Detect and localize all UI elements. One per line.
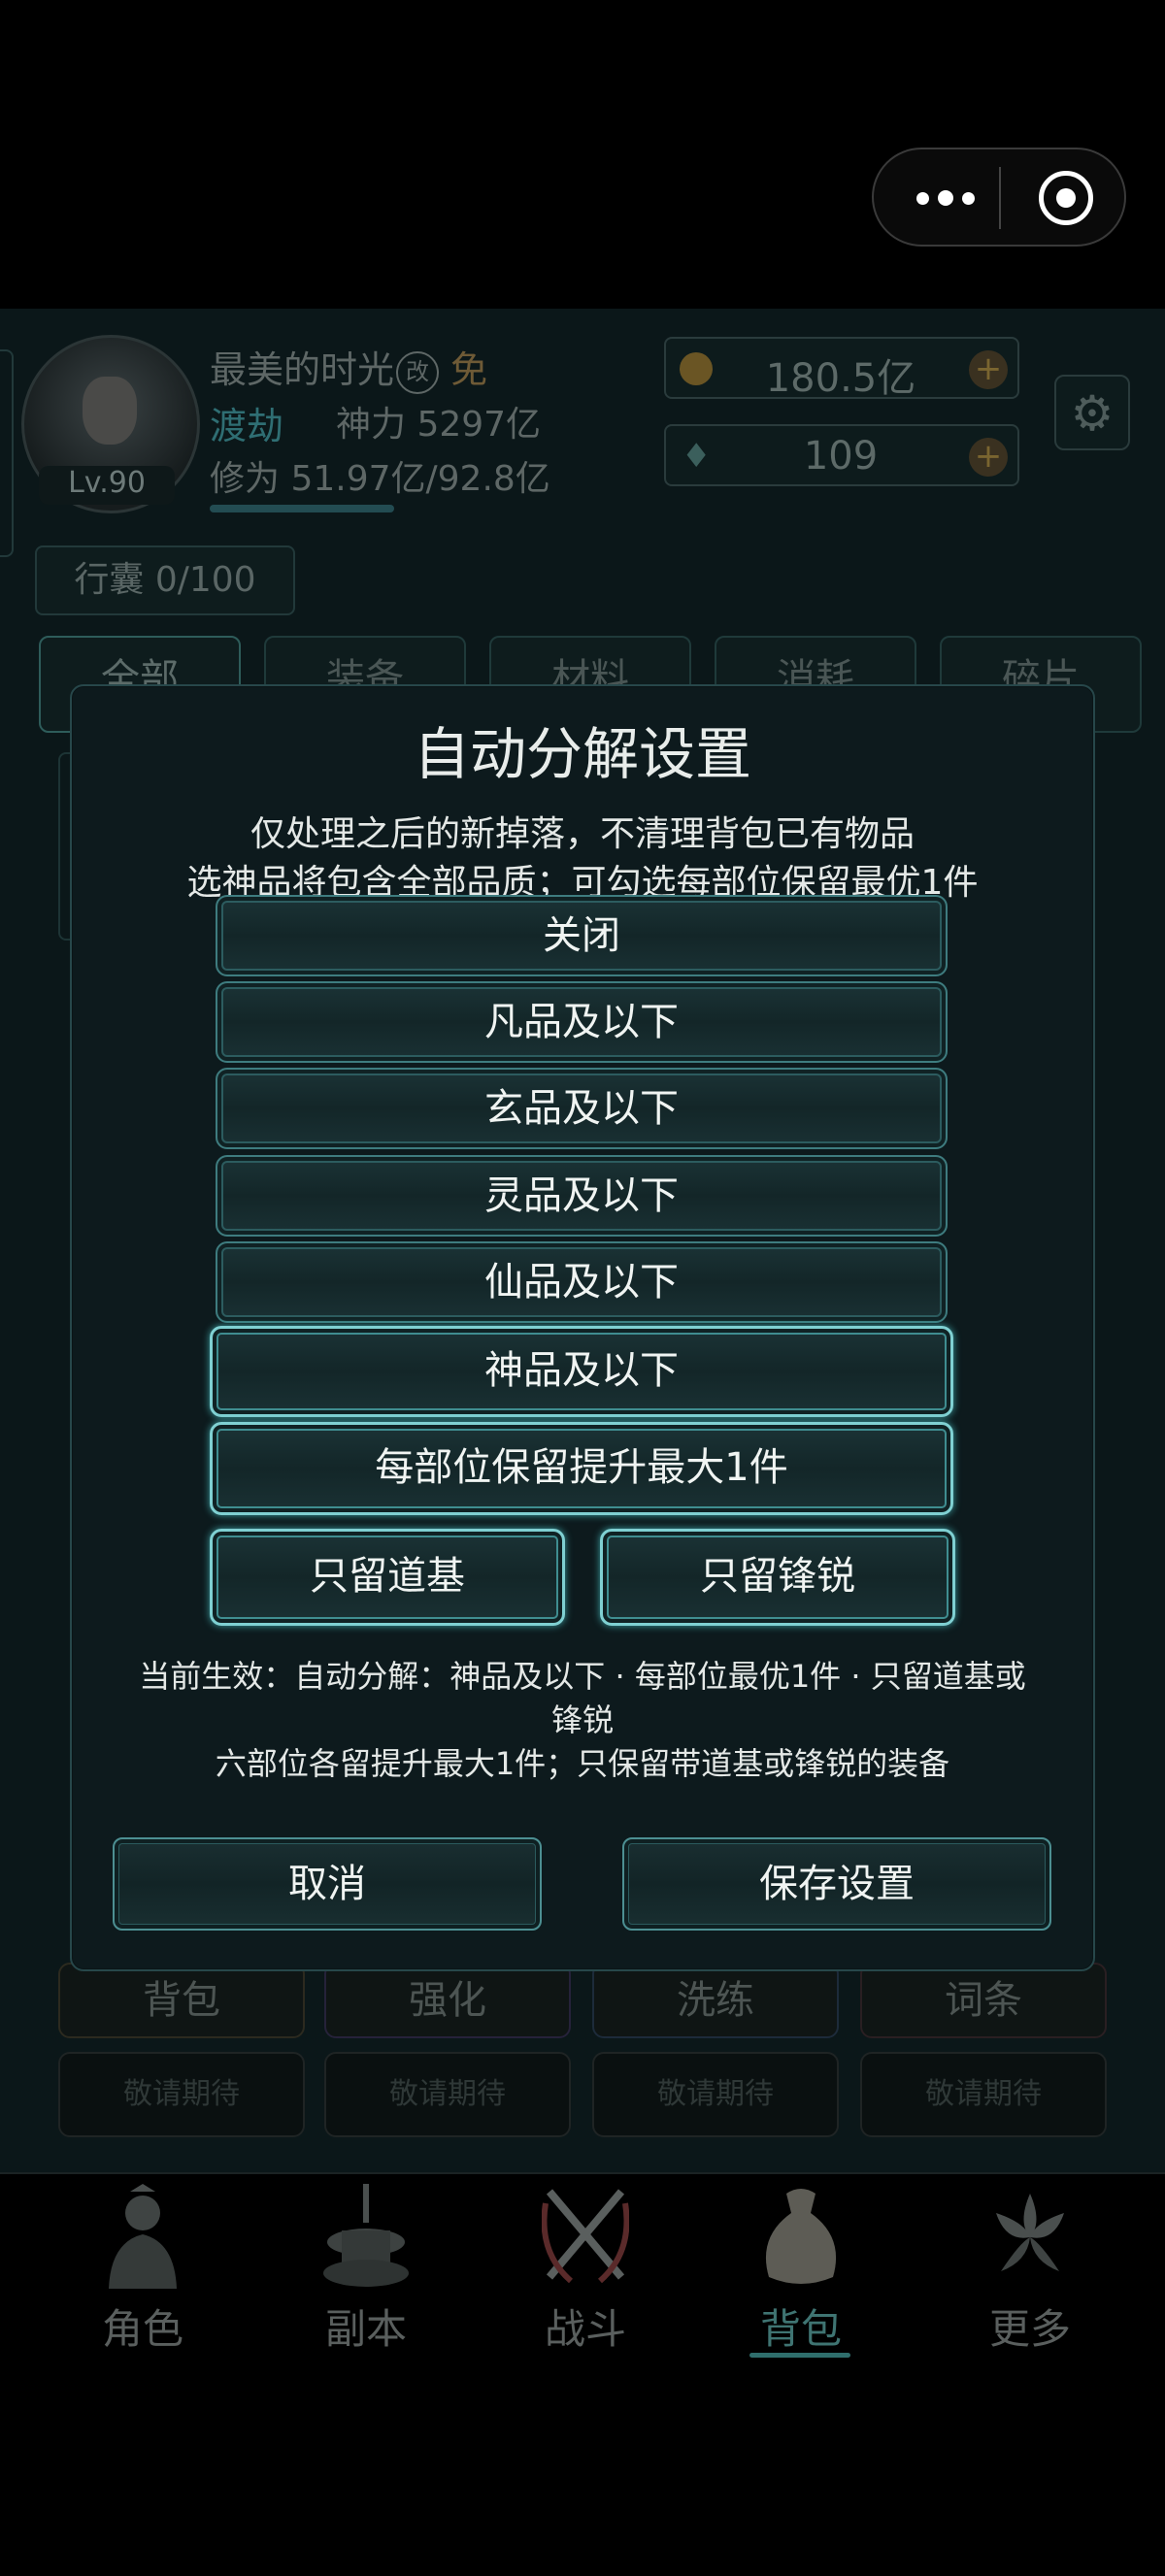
player-cultivation: 修为 51.97亿/92.8亿 [210, 459, 550, 499]
nav-label-dungeon: 副本 [324, 2305, 407, 2353]
player-name: 最美的时光 [210, 348, 395, 391]
avatar-portrait-icon [83, 377, 137, 445]
status-line-1: 当前生效：自动分解：神品及以下 · 每部位最优1件 · 只留道基或 [139, 1658, 1026, 1695]
current-effect-text: 当前生效：自动分解：神品及以下 · 每部位最优1件 · 只留道基或 锋锐 六部位… [97, 1655, 1068, 1786]
enhance-button[interactable]: 强化 [324, 1963, 571, 2038]
more-lotus-icon [996, 2194, 1064, 2271]
miniprogram-capsule [872, 148, 1126, 247]
nav-more[interactable]: 更多 [948, 2184, 1113, 2378]
jade-leaf-icon: ♦ [682, 437, 712, 476]
money-bag-icon [765, 2189, 837, 2284]
character-icon [109, 2184, 177, 2289]
coming-soon-3: 敬请期待 [592, 2052, 839, 2137]
nav-label-more: 更多 [988, 2305, 1071, 2353]
keep-daoji-toggle[interactable]: 只留道基 [210, 1529, 565, 1626]
nav-character[interactable]: 角色 [60, 2184, 225, 2378]
add-gold-icon[interactable]: + [969, 350, 1008, 389]
refine-button[interactable]: 洗练 [592, 1963, 839, 2038]
option-xuanpin[interactable]: 玄品及以下 [216, 1068, 948, 1149]
coming-soon-1: 敬请期待 [58, 2052, 305, 2137]
nav-bag[interactable]: 背包 [718, 2184, 883, 2378]
player-power: 神力 5297亿 [336, 405, 542, 445]
gold-resource: 180.5亿 + [664, 337, 1019, 401]
keep-best-toggle[interactable]: 每部位保留提升最大1件 [210, 1422, 953, 1515]
option-off[interactable]: 关闭 [216, 895, 948, 976]
more-menu-icon[interactable] [907, 177, 984, 219]
option-shenpin-selected[interactable]: 神品及以下 [210, 1326, 953, 1417]
dialog-title: 自动分解设置 [413, 721, 751, 787]
nav-dungeon[interactable]: 副本 [283, 2184, 449, 2378]
nav-label-character: 角色 [101, 2305, 183, 2353]
keep-fengrui-toggle[interactable]: 只留锋锐 [600, 1529, 955, 1626]
save-settings-button[interactable]: 保存设置 [622, 1837, 1051, 1931]
add-jade-icon[interactable]: + [969, 438, 1008, 477]
status-line-2: 锋锐 [550, 1701, 614, 1738]
option-xianpin[interactable]: 仙品及以下 [216, 1241, 948, 1323]
free-tag: 免 [450, 348, 488, 391]
jade-amount: 109 [803, 434, 879, 479]
player-name-row: 最美的时光改免 [210, 340, 487, 394]
jade-resource: ♦ 109 + [664, 424, 1019, 486]
option-lingpin[interactable]: 灵品及以下 [216, 1155, 948, 1237]
gold-coin-icon [680, 352, 713, 385]
capsule-divider [999, 167, 1001, 229]
bag-capacity: 行囊 0/100 [35, 545, 295, 615]
coming-soon-2: 敬请期待 [324, 2052, 571, 2137]
dungeon-icon [323, 2184, 409, 2287]
nav-active-indicator [749, 2353, 850, 2358]
affix-button[interactable]: 词条 [860, 1963, 1107, 2038]
settings-gear-icon[interactable]: ⚙ [1054, 375, 1130, 450]
status-line-3: 六部位各留提升最大1件；只保留带道基或锋锐的装备 [215, 1745, 950, 1782]
player-realm: 渡劫 [210, 405, 284, 447]
bag-button[interactable]: 背包 [58, 1963, 305, 2038]
cancel-button[interactable]: 取消 [113, 1837, 542, 1931]
option-fanpin[interactable]: 凡品及以下 [216, 981, 948, 1063]
cultivation-progress-bar [210, 505, 394, 512]
close-miniprogram-icon[interactable] [1039, 171, 1093, 225]
nav-battle[interactable]: 战斗 [503, 2184, 668, 2378]
crossed-swords-icon [542, 2189, 629, 2284]
dialog-desc-1: 仅处理之后的新掉落，不清理背包已有物品 [250, 814, 915, 854]
nav-label-battle: 战斗 [544, 2305, 626, 2353]
player-level: Lv.90 [39, 466, 175, 505]
rename-icon[interactable]: 改 [396, 350, 440, 394]
gold-amount: 180.5亿 [765, 356, 916, 401]
coming-soon-4: 敬请期待 [860, 2052, 1107, 2137]
nav-label-bag: 背包 [759, 2305, 842, 2353]
side-tab[interactable] [0, 349, 14, 557]
